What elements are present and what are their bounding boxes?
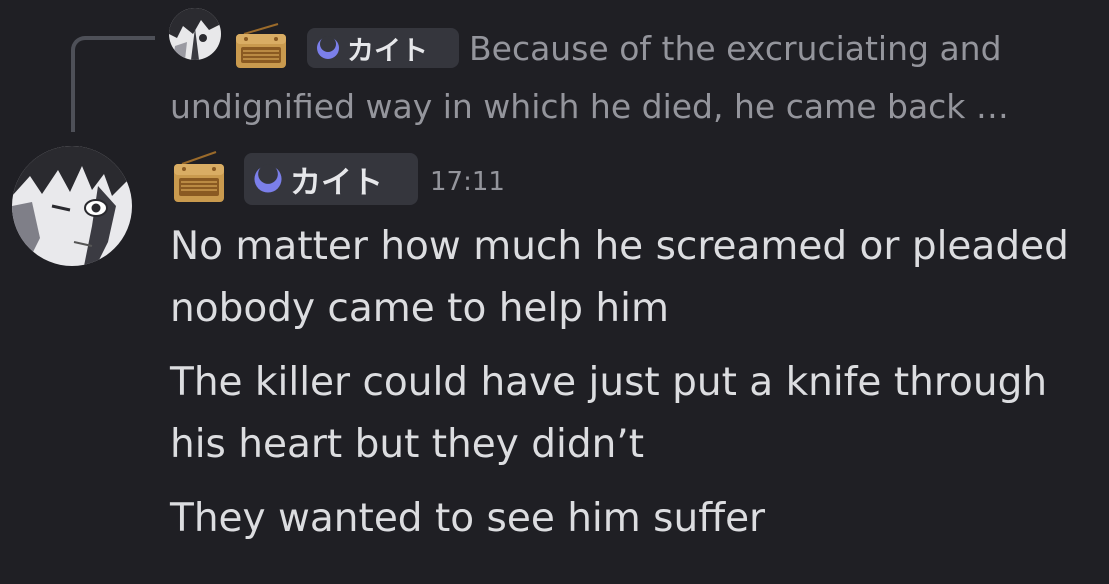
message-line[interactable]: The killer could have just put a knife t… xyxy=(170,352,1100,476)
message-body: No matter how much he screamed or pleade… xyxy=(170,216,1109,562)
crescent-moon-icon xyxy=(317,36,339,59)
author-server-tag[interactable]: カイト xyxy=(244,153,418,205)
reply-preview-text-continued[interactable]: undignified way in which he died, he cam… xyxy=(170,84,1009,130)
reply-connector-line xyxy=(71,36,155,132)
author-tag-label: カイト xyxy=(290,164,383,201)
reply-server-tag[interactable]: カイト xyxy=(307,28,459,68)
chat-message-group: カイト Because of the excruciating and undi… xyxy=(0,0,1109,584)
author-avatar[interactable] xyxy=(12,146,132,266)
reply-tag-label: カイト xyxy=(347,35,428,67)
message-line[interactable]: No matter how much he screamed or pleade… xyxy=(170,216,1100,340)
message-timestamp[interactable]: 17:11 xyxy=(430,164,505,200)
radio-icon xyxy=(236,23,286,68)
radio-icon xyxy=(174,151,224,202)
message-line[interactable]: They wanted to see him suffer xyxy=(170,488,1100,550)
reply-preview-text[interactable]: Because of the excruciating and xyxy=(469,26,1089,72)
crescent-moon-icon xyxy=(254,164,282,193)
reply-avatar[interactable] xyxy=(169,8,221,60)
